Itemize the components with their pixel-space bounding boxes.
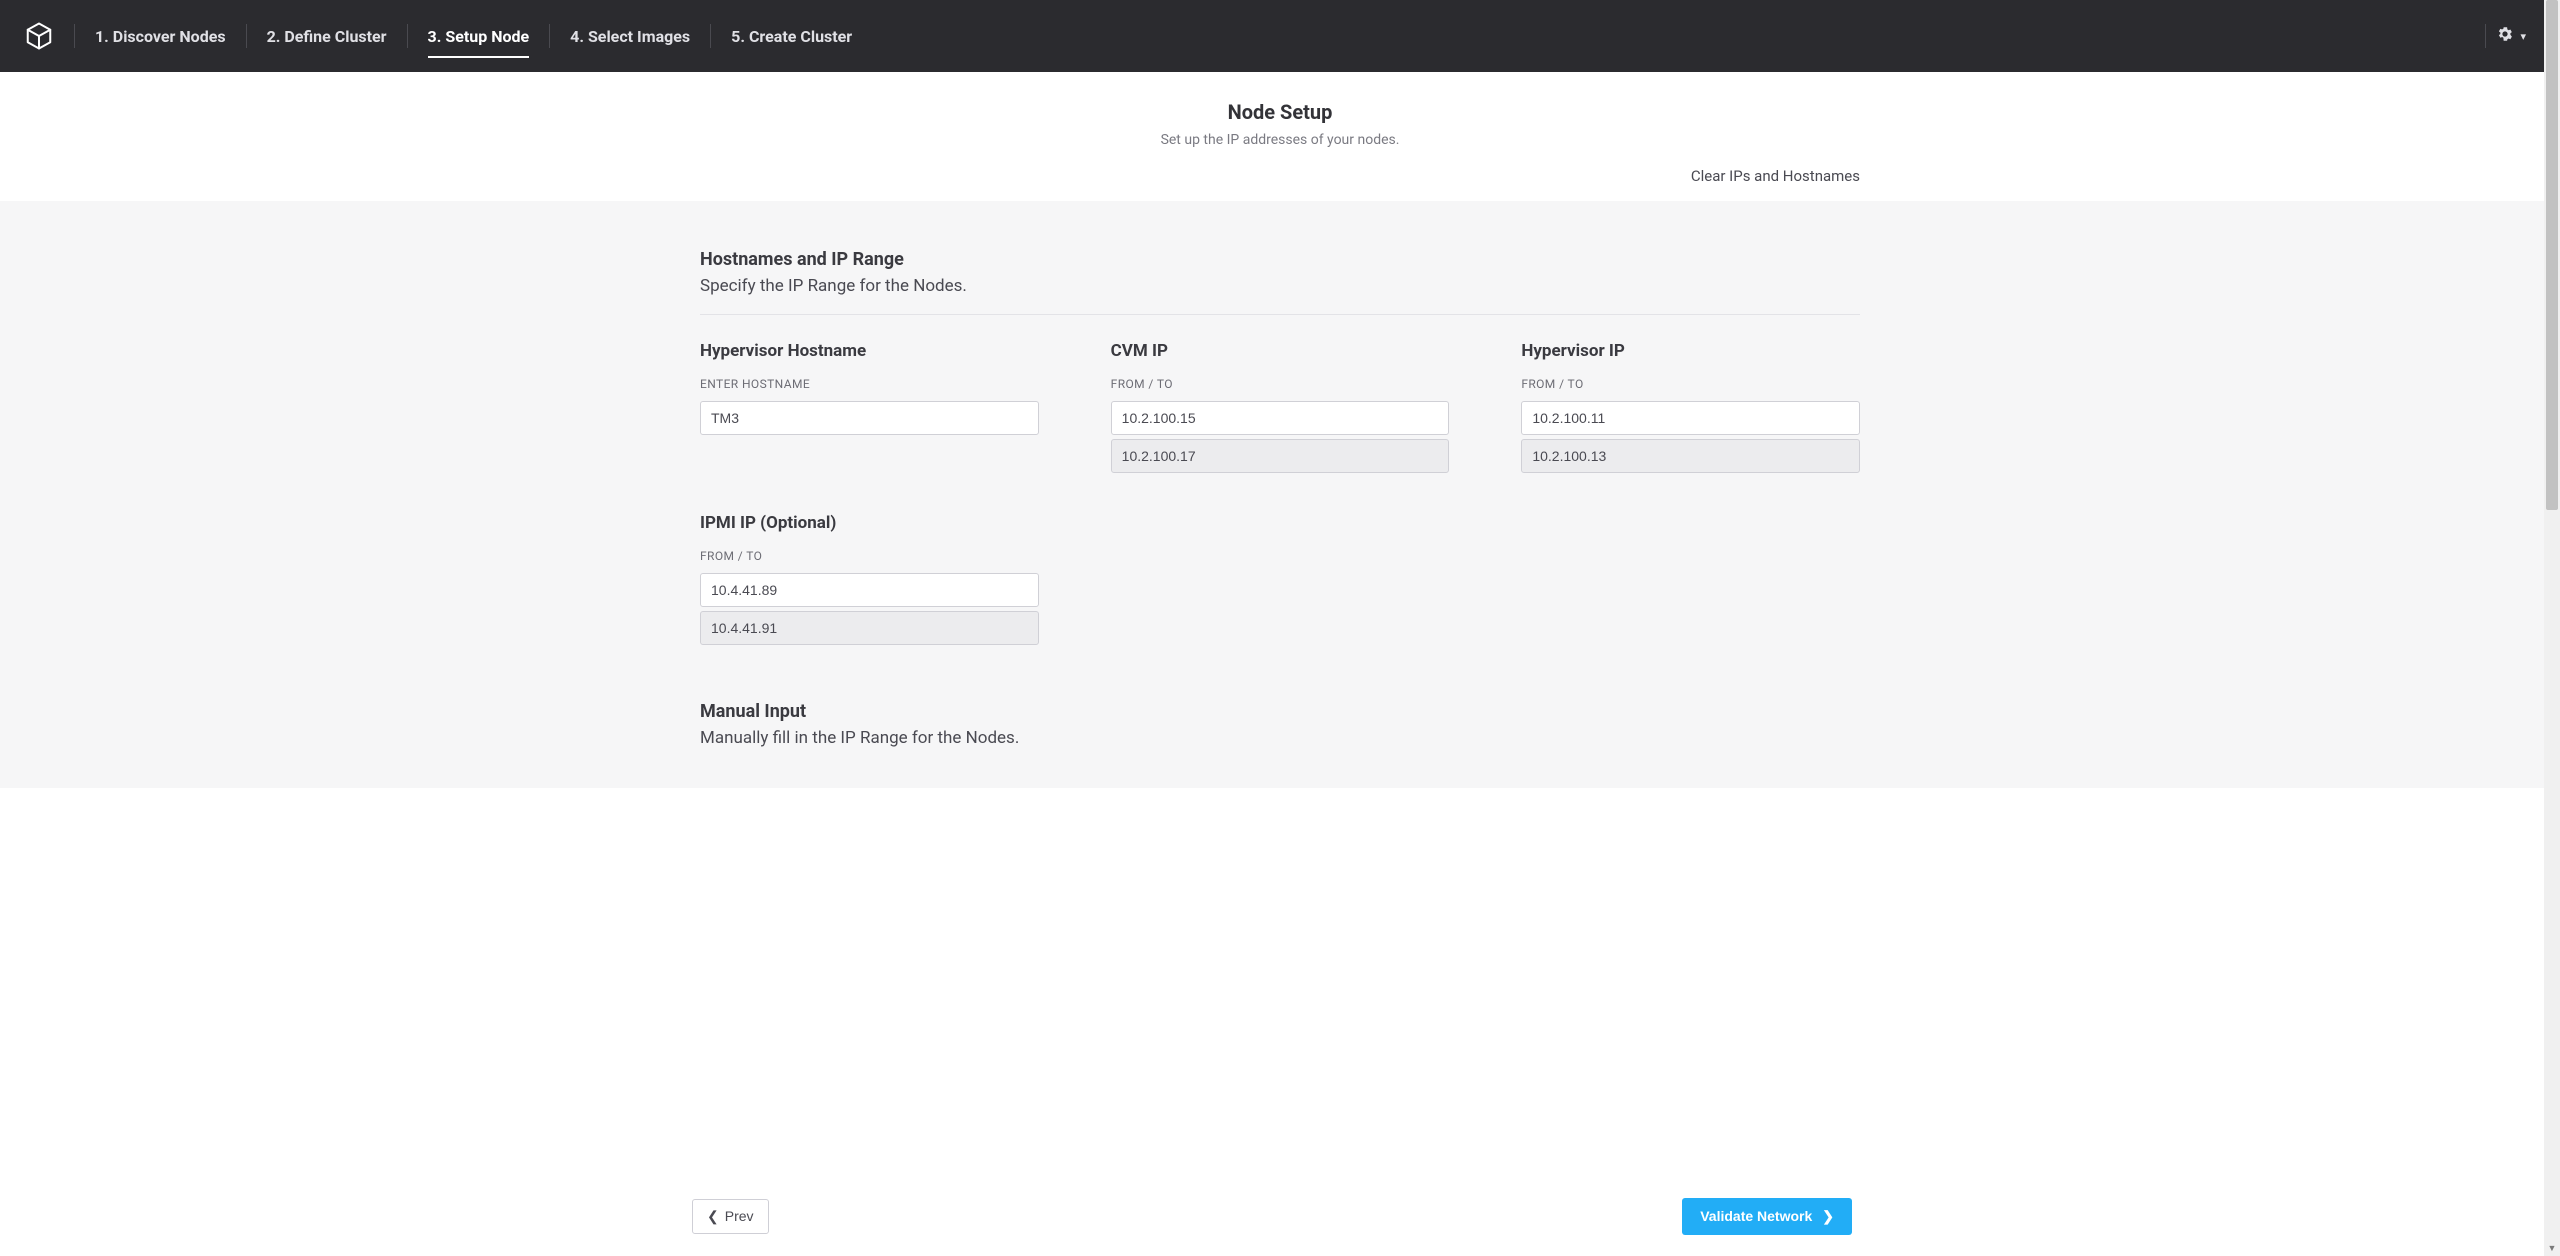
section-title: Manual Input: [700, 701, 1860, 722]
section-hostnames-iprange: Hostnames and IP Range Specify the IP Ra…: [700, 249, 1860, 296]
step-discover-nodes[interactable]: 1. Discover Nodes: [75, 19, 246, 54]
field-sublabel: FROM / TO: [1521, 377, 1860, 391]
cvm-ip-group: CVM IP FROM / TO: [1111, 341, 1450, 473]
cvm-ip-from-input[interactable]: [1111, 401, 1450, 435]
scrollbar-thumb[interactable]: [2546, 0, 2558, 510]
page-subtitle: Set up the IP addresses of your nodes.: [0, 132, 2560, 148]
clear-ips-button[interactable]: Clear IPs and Hostnames: [1691, 167, 1860, 185]
top-header: 1. Discover Nodes 2. Define Cluster 3. S…: [0, 0, 2560, 72]
clear-link-wrap: Clear IPs and Hostnames: [692, 166, 1868, 185]
field-label: Hypervisor IP: [1521, 341, 1860, 361]
field-sublabel: FROM / TO: [700, 549, 1039, 563]
validate-network-label: Validate Network: [1700, 1208, 1812, 1224]
section-desc: Manually fill in the IP Range for the No…: [700, 728, 1860, 748]
field-sublabel: ENTER HOSTNAME: [700, 377, 1039, 391]
hypervisor-hostname-group: Hypervisor Hostname ENTER HOSTNAME: [700, 341, 1039, 473]
ipmi-ip-from-input[interactable]: [700, 573, 1039, 607]
hypervisor-ip-to-input[interactable]: [1521, 439, 1860, 473]
field-label: CVM IP: [1111, 341, 1450, 361]
settings-menu[interactable]: ▾: [2486, 19, 2536, 53]
section-desc: Specify the IP Range for the Nodes.: [700, 276, 1860, 296]
cvm-ip-to-input[interactable]: [1111, 439, 1450, 473]
page-title: Node Setup: [0, 100, 2560, 124]
scrollbar-down-icon[interactable]: ▼: [2544, 1240, 2560, 1256]
section-title: Hostnames and IP Range: [700, 249, 1860, 270]
chevron-right-icon: ❯: [1822, 1208, 1834, 1225]
field-sublabel: FROM / TO: [1111, 377, 1450, 391]
step-create-cluster[interactable]: 5. Create Cluster: [711, 19, 872, 54]
hypervisor-ip-group: Hypervisor IP FROM / TO: [1521, 341, 1860, 473]
step-setup-node[interactable]: 3. Setup Node: [408, 19, 550, 54]
step-select-images[interactable]: 4. Select Images: [550, 19, 710, 54]
page-title-block: Node Setup Set up the IP addresses of yo…: [0, 100, 2560, 148]
ipmi-ip-to-input[interactable]: [700, 611, 1039, 645]
form-panel: Hostnames and IP Range Specify the IP Ra…: [0, 201, 2560, 788]
logo-icon[interactable]: [24, 21, 54, 51]
wizard-steps: 1. Discover Nodes 2. Define Cluster 3. S…: [75, 19, 872, 54]
validate-network-button[interactable]: Validate Network ❯: [1682, 1198, 1852, 1235]
chevron-down-icon: ▾: [2520, 30, 2526, 43]
hypervisor-hostname-input[interactable]: [700, 401, 1039, 435]
gear-icon: [2496, 25, 2514, 47]
field-label: Hypervisor Hostname: [700, 341, 1039, 361]
ipmi-ip-group: IPMI IP (Optional) FROM / TO: [700, 513, 1039, 645]
section-manual-input: Manual Input Manually fill in the IP Ran…: [700, 701, 1860, 748]
field-label: IPMI IP (Optional): [700, 513, 1039, 533]
divider: [700, 314, 1860, 315]
prev-button[interactable]: ❮ Prev: [692, 1199, 769, 1234]
prev-button-label: Prev: [725, 1208, 754, 1224]
footer-bar: ❮ Prev Validate Network ❯: [0, 1176, 2544, 1256]
scrollbar[interactable]: ▲ ▼: [2544, 0, 2560, 1256]
ipmi-row: IPMI IP (Optional) FROM / TO: [700, 513, 1860, 645]
step-define-cluster[interactable]: 2. Define Cluster: [247, 19, 407, 54]
ip-fields-row: Hypervisor Hostname ENTER HOSTNAME CVM I…: [700, 341, 1860, 473]
hypervisor-ip-from-input[interactable]: [1521, 401, 1860, 435]
chevron-left-icon: ❮: [707, 1208, 719, 1225]
